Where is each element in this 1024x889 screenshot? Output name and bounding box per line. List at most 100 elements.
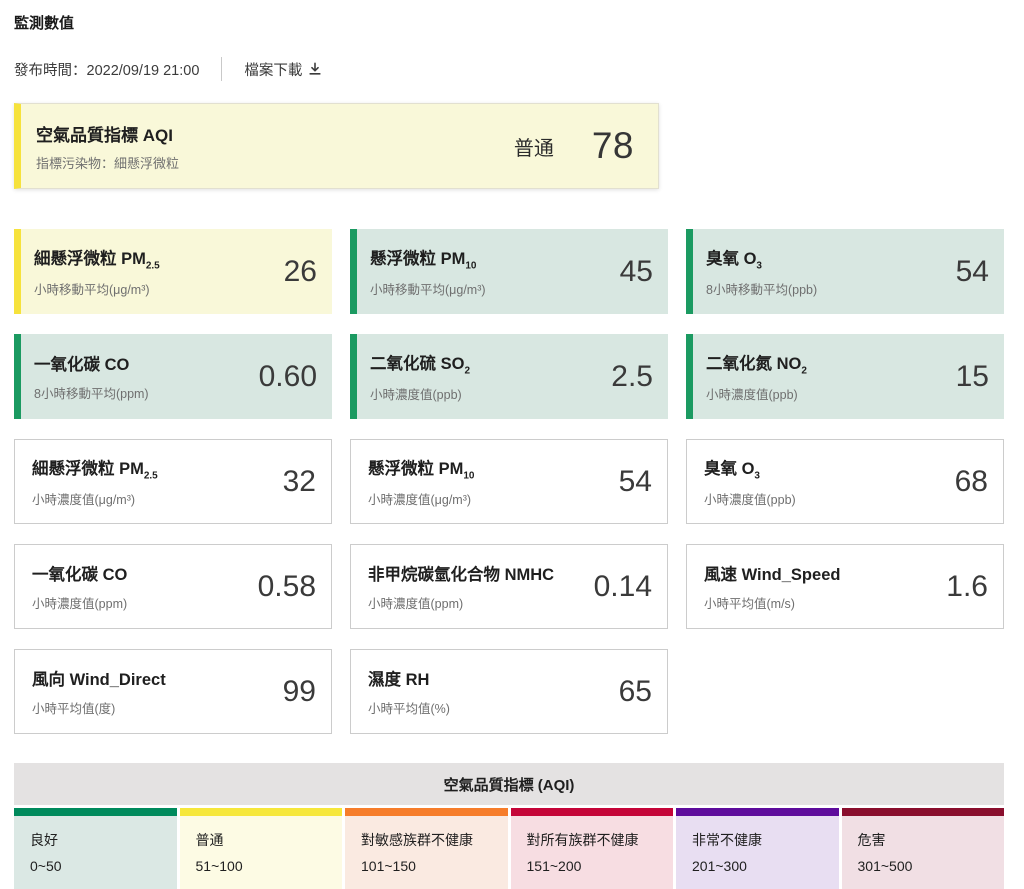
aqi-summary-reading: 普通 78 bbox=[514, 125, 634, 167]
pollutant-measure-desc: 8小時移動平均(ppm) bbox=[34, 387, 149, 401]
aqi-category-range: 201~300 bbox=[692, 858, 747, 874]
pollutant-measure-desc: 小時平均值(度) bbox=[32, 702, 116, 716]
aqi-category-label: 對所有族群不健康 bbox=[526, 832, 639, 848]
download-button[interactable]: 檔案下載 bbox=[244, 59, 322, 80]
pollutant-card-text: 細懸浮微粒 PM2.5 小時移動平均(μg/m³) bbox=[34, 245, 160, 298]
aqi-title: 空氣品質指標 AQI bbox=[36, 125, 173, 145]
pollutant-measure-desc: 小時移動平均(μg/m³) bbox=[370, 283, 486, 298]
pollutant-card-text: 風速 Wind_Speed 小時平均值(m/s) bbox=[704, 561, 840, 612]
pollutant-value: 0.58 bbox=[257, 569, 316, 603]
pollutant-measure-desc: 8小時移動平均(ppb) bbox=[706, 283, 818, 298]
pollutant-name: 一氧化碳 CO bbox=[34, 356, 130, 374]
pollutant-card-text: 風向 Wind_Direct 小時平均值(度) bbox=[32, 666, 166, 717]
cards-grid: 細懸浮微粒 PM2.5 小時移動平均(μg/m³) 26 懸浮微粒 PM10 小… bbox=[14, 229, 1004, 734]
pollutant-card-text: 一氧化碳 CO 8小時移動平均(ppm) bbox=[34, 351, 149, 402]
pollutant-card-text: 非甲烷碳氫化合物 NMHC 小時濃度值(ppm) bbox=[368, 561, 554, 612]
pollutant-name: 懸浮微粒 PM10 bbox=[370, 249, 477, 272]
aqi-category-range: 101~150 bbox=[361, 858, 416, 874]
aqi-category-range: 301~500 bbox=[857, 858, 913, 874]
pollutant-name: 非甲烷碳氫化合物 NMHC bbox=[368, 566, 555, 584]
pollutant-measure-desc: 小時濃度值(ppb) bbox=[370, 388, 462, 403]
aqi-category-label: 危害 bbox=[857, 832, 886, 848]
meta-row: 發布時間：2022/09/19 21:00 檔案下載 bbox=[14, 57, 1004, 81]
aqi-status-badge: 普通 bbox=[513, 137, 554, 160]
pollutant-measure-desc: 小時濃度值(ppm) bbox=[32, 597, 128, 611]
pollutant-name: 風向 Wind_Direct bbox=[32, 671, 166, 689]
aqi-legend-item: 非常不健康 201~300 bbox=[676, 808, 839, 889]
pollutant-name: 細懸浮微粒 PM2.5 bbox=[34, 249, 160, 272]
pollutant-value: 65 bbox=[618, 674, 652, 708]
pollutant-card: 臭氧 O3 8小時移動平均(ppb) 54 bbox=[686, 229, 1004, 314]
pollutant-name: 懸浮微粒 PM10 bbox=[368, 459, 475, 482]
pollutant-measure-desc: 小時濃度值(μg/m³) bbox=[32, 493, 136, 508]
pollutant-value: 0.60 bbox=[258, 359, 317, 393]
download-label: 檔案下載 bbox=[244, 62, 303, 79]
pollutant-measure-desc: 小時平均值(m/s) bbox=[704, 597, 795, 611]
pollutant-value: 45 bbox=[619, 254, 653, 288]
aqi-legend: 空氣品質指標 (AQI) 良好 0~50 普通 51~100 對敏感族群不健康 … bbox=[14, 763, 1004, 889]
aqi-category-range: 151~200 bbox=[526, 858, 582, 874]
pollutant-value: 26 bbox=[283, 254, 317, 288]
aqi-category-label: 良好 bbox=[30, 832, 58, 848]
pollutant-name: 風速 Wind_Speed bbox=[704, 566, 841, 584]
pollutant-card: 一氧化碳 CO 8小時移動平均(ppm) 0.60 bbox=[14, 334, 332, 419]
aqi-legend-cells: 良好 0~50 普通 51~100 對敏感族群不健康 101~150 對所有族群… bbox=[14, 808, 1004, 889]
pollutant-card-text: 二氧化氮 NO2 小時濃度值(ppb) bbox=[706, 350, 807, 403]
pollutant-card: 風向 Wind_Direct 小時平均值(度) 99 bbox=[14, 649, 332, 734]
pollutant-name: 臭氧 O3 bbox=[704, 459, 760, 482]
aqi-legend-item: 良好 0~50 bbox=[14, 808, 177, 889]
pollutant-card: 風速 Wind_Speed 小時平均值(m/s) 1.6 bbox=[686, 544, 1004, 629]
aqi-legend-item: 危害 301~500 bbox=[841, 808, 1004, 889]
aqi-category-label: 對敏感族群不健康 bbox=[361, 832, 473, 848]
pollutant-name: 臭氧 O3 bbox=[706, 249, 762, 272]
aqi-value: 78 bbox=[591, 125, 634, 166]
aqi-legend-item: 普通 51~100 bbox=[179, 808, 342, 889]
aqi-legend-item: 對所有族群不健康 151~200 bbox=[510, 808, 673, 889]
pollutant-value: 2.5 bbox=[611, 359, 653, 393]
pollutant-name: 二氧化硫 SO2 bbox=[370, 354, 470, 377]
aqi-indicator-pollutant: 指標污染物：細懸浮微粒 bbox=[36, 155, 180, 171]
pollutant-card-text: 懸浮微粒 PM10 小時濃度值(μg/m³) bbox=[368, 455, 474, 508]
page-title: 監測數值 bbox=[14, 15, 75, 32]
pollutant-value: 54 bbox=[618, 464, 652, 498]
pollutant-measure-desc: 小時濃度值(ppb) bbox=[706, 388, 798, 403]
pollutant-card: 二氧化硫 SO2 小時濃度值(ppb) 2.5 bbox=[350, 334, 668, 419]
pollutant-card-text: 一氧化碳 CO 小時濃度值(ppm) bbox=[32, 561, 127, 612]
pollutant-measure-desc: 小時平均值(%) bbox=[368, 702, 450, 716]
pollutant-measure-desc: 小時濃度值(ppm) bbox=[368, 597, 464, 611]
pollutant-name: 細懸浮微粒 PM2.5 bbox=[32, 459, 158, 482]
pollutant-card-text: 濕度 RH 小時平均值(%) bbox=[368, 666, 450, 717]
pollutant-value: 0.14 bbox=[593, 569, 652, 603]
aqi-legend-title: 空氣品質指標 (AQI) bbox=[14, 763, 1004, 805]
pollutant-card-text: 細懸浮微粒 PM2.5 小時濃度值(μg/m³) bbox=[32, 455, 158, 508]
publish-time: 發布時間：2022/09/19 21:00 bbox=[14, 62, 200, 79]
pollutant-name: 濕度 RH bbox=[368, 671, 430, 689]
divider bbox=[221, 57, 223, 81]
aqi-category-label: 非常不健康 bbox=[692, 832, 762, 848]
pollutant-card: 非甲烷碳氫化合物 NMHC 小時濃度值(ppm) 0.14 bbox=[350, 544, 668, 629]
pollutant-measure-desc: 小時移動平均(μg/m³) bbox=[34, 283, 150, 298]
pollutant-card-text: 臭氧 O3 小時濃度值(ppb) bbox=[704, 455, 796, 508]
pollutant-card-text: 臭氧 O3 8小時移動平均(ppb) bbox=[706, 245, 817, 298]
pollutant-value: 32 bbox=[282, 464, 316, 498]
pollutant-name: 一氧化碳 CO bbox=[32, 566, 128, 584]
pollutant-card-text: 二氧化硫 SO2 小時濃度值(ppb) bbox=[370, 350, 470, 403]
aqi-legend-item: 對敏感族群不健康 101~150 bbox=[345, 808, 508, 889]
pollutant-card: 懸浮微粒 PM10 小時濃度值(μg/m³) 54 bbox=[350, 439, 668, 524]
aqi-summary-card: 空氣品質指標 AQI 指標污染物：細懸浮微粒 普通 78 bbox=[14, 103, 659, 189]
aqi-category-label: 普通 bbox=[195, 832, 224, 848]
download-icon bbox=[308, 62, 322, 76]
pollutant-card: 二氧化氮 NO2 小時濃度值(ppb) 15 bbox=[686, 334, 1004, 419]
pollutant-value: 54 bbox=[955, 254, 989, 288]
pollutant-value: 99 bbox=[282, 674, 316, 708]
monitoring-page: 監測數值 發布時間：2022/09/19 21:00 檔案下載 空氣品質指標 A… bbox=[0, 0, 1024, 889]
pollutant-value: 15 bbox=[955, 359, 989, 393]
pollutant-card: 懸浮微粒 PM10 小時移動平均(μg/m³) 45 bbox=[350, 229, 668, 314]
pollutant-card: 細懸浮微粒 PM2.5 小時移動平均(μg/m³) 26 bbox=[14, 229, 332, 314]
pollutant-value: 68 bbox=[954, 464, 988, 498]
aqi-category-range: 51~100 bbox=[195, 858, 243, 874]
pollutant-measure-desc: 小時濃度值(ppb) bbox=[704, 493, 796, 508]
pollutant-card: 細懸浮微粒 PM2.5 小時濃度值(μg/m³) 32 bbox=[14, 439, 332, 524]
pollutant-measure-desc: 小時濃度值(μg/m³) bbox=[368, 493, 472, 508]
pollutant-name: 二氧化氮 NO2 bbox=[706, 354, 807, 377]
